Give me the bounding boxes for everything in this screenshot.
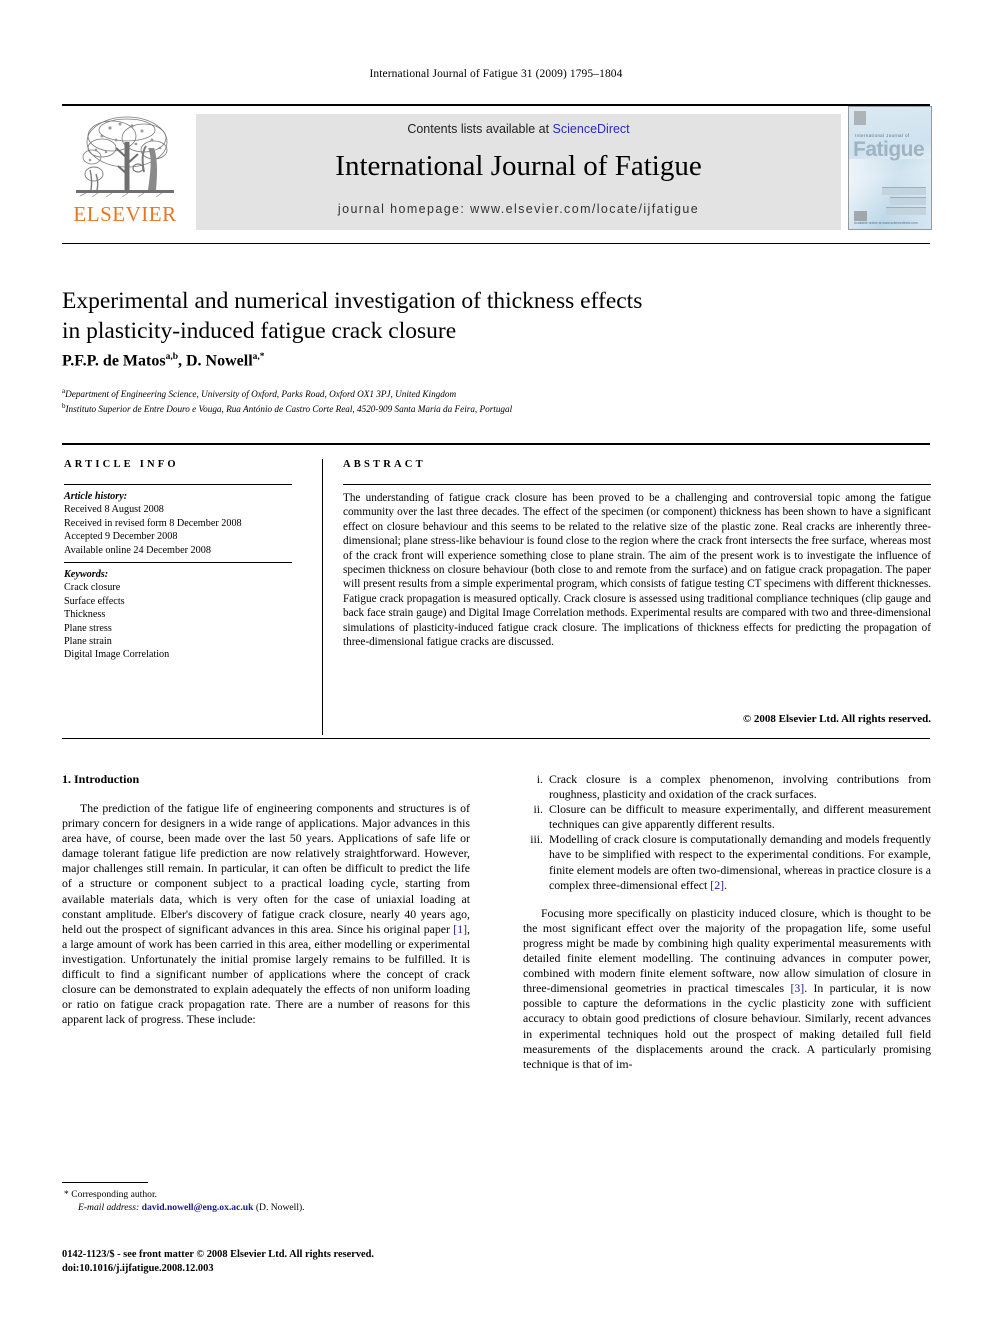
body-column-right: i. Crack closure is a complex phenomenon,… xyxy=(523,772,931,1072)
reasons-list: i. Crack closure is a complex phenomenon,… xyxy=(523,772,931,893)
list-item-text: Closure can be difficult to measure expe… xyxy=(549,802,931,832)
list-item-numeral: iii. xyxy=(530,832,543,847)
page-title: Experimental and numerical investigation… xyxy=(62,286,782,346)
affiliations: aDepartment of Engineering Science, Univ… xyxy=(62,385,822,416)
history-item: Received 8 August 2008 xyxy=(64,504,164,516)
keyword-item: Plane strain xyxy=(64,636,112,648)
list-item-text: Modelling of crack closure is computatio… xyxy=(549,832,931,892)
author-1-affil-marker: a,b xyxy=(165,352,178,362)
info-rule-1 xyxy=(64,484,292,486)
intro-p1-part-a: The prediction of the fatigue life of en… xyxy=(62,801,470,936)
author-2-affil-marker: a,* xyxy=(252,352,265,362)
cover-title: Fatigue xyxy=(853,138,925,161)
journal-homepage-link[interactable]: journal homepage: www.elsevier.com/locat… xyxy=(196,202,841,216)
article-history: Article history: Received 8 August 2008 … xyxy=(64,490,314,557)
history-item: Accepted 9 December 2008 xyxy=(64,531,178,543)
history-item: Received in revised form 8 December 2008 xyxy=(64,517,242,529)
masthead-banner: Contents lists available at ScienceDirec… xyxy=(196,114,841,230)
affiliation-a: aDepartment of Engineering Science, Univ… xyxy=(62,385,822,400)
cover-footer-logo-icon xyxy=(854,211,867,221)
intro-paragraph-2: Focusing more specifically on plasticity… xyxy=(523,906,931,1072)
list-item: i. Crack closure is a complex phenomenon,… xyxy=(523,772,931,802)
list-item: iii. Modelling of crack closure is comput… xyxy=(523,832,931,892)
imprint-block: 0142-1123/$ - see front matter © 2008 El… xyxy=(62,1248,492,1275)
keyword-item: Thickness xyxy=(64,609,106,621)
affiliation-b-text: Instituto Superior de Entre Douro e Voug… xyxy=(65,404,513,415)
list-item-text: Crack closure is a complex phenomenon, i… xyxy=(549,772,931,802)
intro-p1-part-b: , a large amount of work has been carrie… xyxy=(62,921,470,1027)
title-line-1: Experimental and numerical investigation… xyxy=(62,288,643,314)
journal-cover-thumbnail: International Journal of Fatigue Availab… xyxy=(848,106,932,230)
paper-page: International Journal of Fatigue 31 (200… xyxy=(0,0,992,1323)
elsevier-tree-icon xyxy=(72,112,178,202)
footnote-star-marker: * xyxy=(64,1189,69,1200)
elsevier-wordmark: ELSEVIER xyxy=(73,202,177,226)
keyword-item: Crack closure xyxy=(64,582,121,594)
corresponding-author-note: * Corresponding author. xyxy=(64,1189,484,1202)
keyword-item: Digital Image Correlation xyxy=(64,649,170,661)
abstract-heading: ABSTRACT xyxy=(343,459,426,470)
history-item: Available online 24 December 2008 xyxy=(64,544,211,556)
affiliation-a-text: Department of Engineering Science, Unive… xyxy=(65,389,457,400)
citation-ref-1[interactable]: [1] xyxy=(453,922,467,936)
email-suffix: (D. Nowell). xyxy=(255,1201,305,1213)
info-abstract-divider xyxy=(322,459,323,735)
copyright-line: © 2008 Elsevier Ltd. All rights reserved… xyxy=(742,713,931,725)
keywords-label: Keywords: xyxy=(64,569,109,580)
list-item-text-after: . xyxy=(724,877,727,892)
intro-paragraph-1: The prediction of the fatigue life of en… xyxy=(62,801,470,1027)
masthead-top-rule xyxy=(62,104,930,107)
imprint-line-1: 0142-1123/$ - see front matter © 2008 El… xyxy=(62,1249,375,1260)
corresponding-author-text: Corresponding author. xyxy=(71,1189,158,1200)
citation-ref-2[interactable]: [2] xyxy=(710,878,724,892)
citation-ref-3[interactable]: [3] xyxy=(790,981,804,995)
title-line-2: in plasticity-induced fatigue crack clos… xyxy=(62,318,457,344)
elsevier-logo: ELSEVIER xyxy=(64,110,186,228)
list-item-numeral: i. xyxy=(536,772,543,786)
affiliation-b: bInstituto Superior de Entre Douro e Vou… xyxy=(62,400,822,415)
masthead-bottom-rule xyxy=(62,243,930,244)
contents-prefix: Contents lists available at xyxy=(407,122,553,136)
list-item: ii. Closure can be difficult to measure e… xyxy=(523,802,931,832)
abstract-bottom-rule xyxy=(62,738,930,740)
cover-elsevier-mark xyxy=(854,111,866,125)
author-1: P.F.P. de Matos xyxy=(62,352,166,370)
author-list: P.F.P. de Matosa,b, D. Nowella,* xyxy=(62,352,662,370)
email-label: E-mail address: xyxy=(78,1201,140,1213)
running-header: International Journal of Fatigue 31 (200… xyxy=(369,68,623,80)
cover-footer-text: Available online at www.sciencedirect.co… xyxy=(854,221,918,225)
email-link[interactable]: david.nowell@eng.ox.ac.uk xyxy=(142,1202,254,1213)
contents-available-line: Contents lists available at ScienceDirec… xyxy=(196,122,841,136)
keyword-item: Plane stress xyxy=(64,622,112,634)
sciencedirect-link[interactable]: ScienceDirect xyxy=(553,122,630,136)
cover-bar-1 xyxy=(882,187,926,195)
footnote-rule xyxy=(62,1182,148,1183)
abstract-rule-1 xyxy=(343,484,931,486)
keywords-block: Keywords: Crack closure Surface effects … xyxy=(64,568,314,662)
email-note: E-mail address: david.nowell@eng.ox.ac.u… xyxy=(64,1202,484,1215)
section-heading-introduction: 1. Introduction xyxy=(62,772,140,786)
journal-title: International Journal of Fatigue xyxy=(335,150,702,182)
info-top-rule xyxy=(62,443,930,445)
keyword-item: Surface effects xyxy=(64,595,125,607)
author-2: , D. Nowell xyxy=(178,352,253,370)
article-info-heading: ARTICLE INFO xyxy=(64,459,179,470)
cover-footer: Available online at www.sciencedirect.co… xyxy=(854,211,924,225)
footnote-block: * Corresponding author. E-mail address: … xyxy=(64,1189,484,1214)
abstract-text: The understanding of fatigue crack closu… xyxy=(343,492,931,649)
article-history-label: Article history: xyxy=(64,491,128,502)
cover-bar-2 xyxy=(890,197,926,205)
info-rule-2 xyxy=(64,562,292,564)
imprint-line-2: doi:10.1016/j.ijfatigue.2008.12.003 xyxy=(62,1262,214,1274)
body-column-left: 1. Introduction The prediction of the fa… xyxy=(62,772,470,1027)
list-item-numeral: ii. xyxy=(533,802,543,817)
